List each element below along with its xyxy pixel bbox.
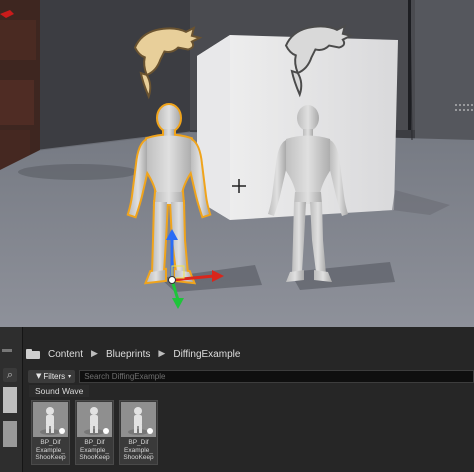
skeletal-mesh-thumbnail-icon [33,402,68,437]
asset-name: BP_Dif Example_ ShooKeep [123,439,154,461]
level-viewport[interactable] [0,0,474,327]
content-browser: ⌕ Content ▶ Blueprints ▶ DiffingExample … [0,327,474,472]
asset-tile[interactable]: BP_Dif Example_ ShooKeep [119,400,158,465]
skeletal-mesh-thumbnail-icon [121,402,156,437]
asset-grid: BP_Dif Example_ ShooKeep BP_Dif Example_… [31,400,158,465]
search-icon[interactable]: ⌕ [3,368,17,382]
asset-tile[interactable]: BP_Dif Example_ ShooKeep [31,400,70,465]
breadcrumb: Content ▶ Blueprints ▶ DiffingExample [22,344,474,364]
asset-name: BP_Dif Example_ ShooKeep [35,439,66,461]
folder-icon [26,349,40,359]
funnel-icon: ▼ [36,372,42,380]
breadcrumb-item-blueprints[interactable]: Blueprints [104,349,152,360]
content-browser-sidebar: ⌕ [0,327,23,472]
sources-panel-strip[interactable] [3,421,17,447]
collapse-handle[interactable] [2,349,12,352]
asset-search-input[interactable] [79,369,474,383]
filters-label: Filters [43,371,66,381]
filter-toolbar: ▼ Filters ▾ [22,369,474,383]
back-wall [415,0,474,140]
breadcrumb-item-content[interactable]: Content [46,349,85,360]
asset-tile[interactable]: BP_Dif Example_ ShooKeep [75,400,114,465]
sources-panel-strip[interactable] [3,387,17,413]
skeletal-mesh-thumbnail-icon [77,402,112,437]
breadcrumb-item-diffingexample[interactable]: DiffingExample [171,349,242,360]
chevron-down-icon: ▾ [68,372,72,380]
breadcrumb-separator-icon[interactable]: ▶ [85,349,104,359]
filters-dropdown-button[interactable]: ▼ Filters ▾ [28,369,76,383]
breadcrumb-separator-icon[interactable]: ▶ [152,349,171,359]
active-filter-tag[interactable]: Sound Wave [29,385,90,397]
asset-name: BP_Dif Example_ ShooKeep [79,439,110,461]
